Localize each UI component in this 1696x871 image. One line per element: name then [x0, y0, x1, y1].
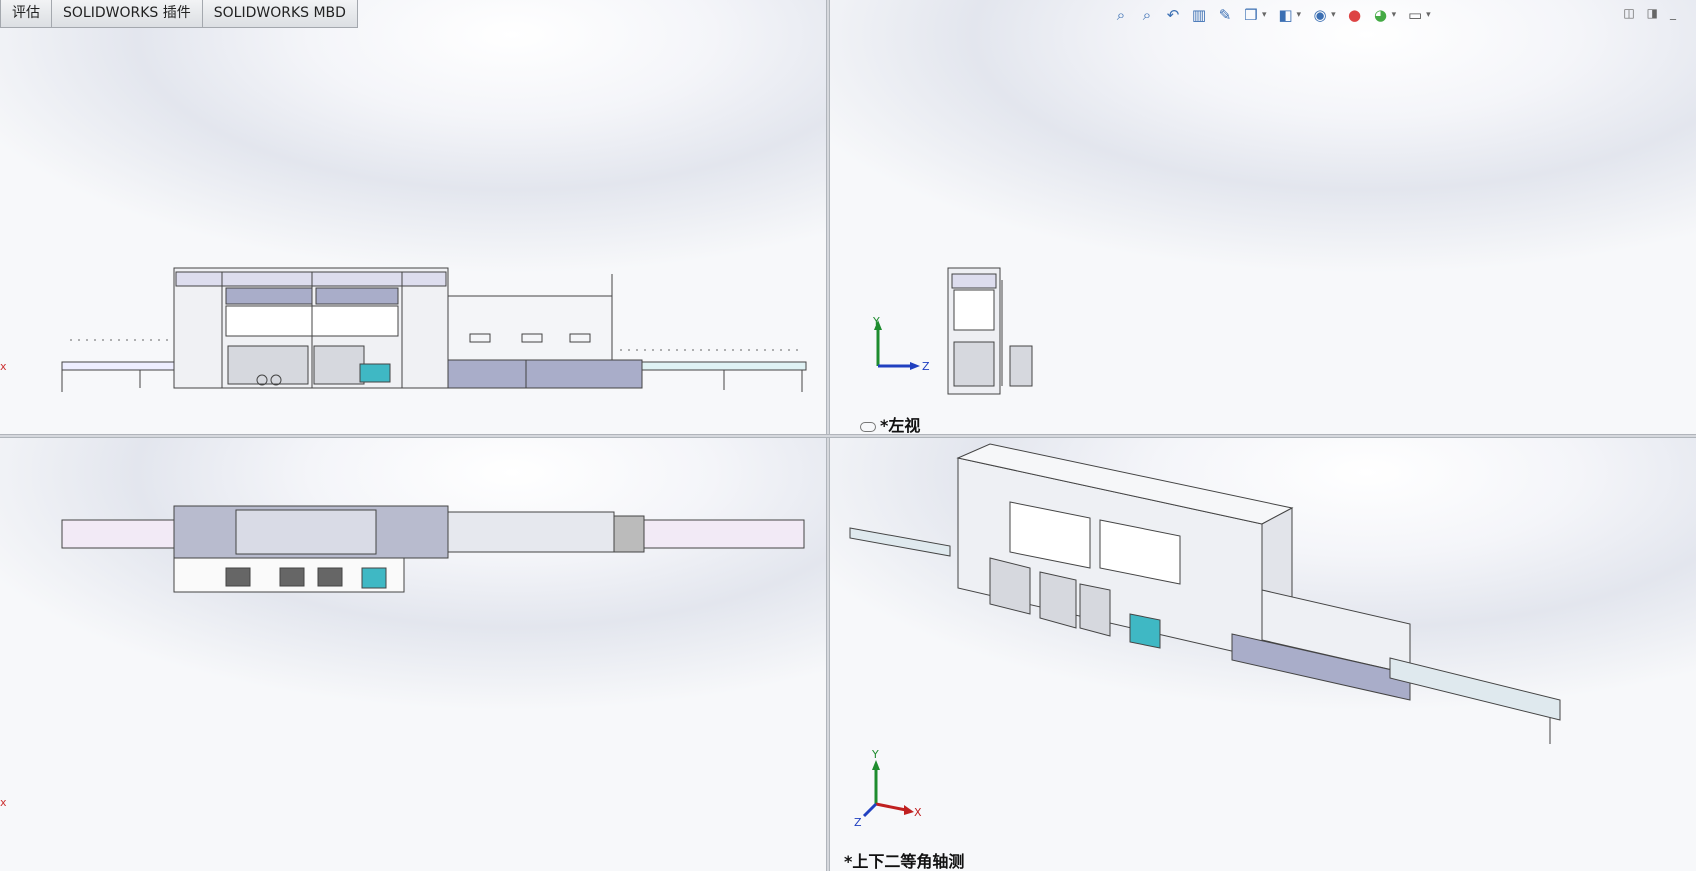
view-label-left: *左视 [860, 412, 920, 434]
front-view-model [61, 267, 807, 392]
triad-y-label: Y [872, 315, 880, 328]
command-manager-tabs: 评估 SOLIDWORKS 插件 SOLIDWORKS MBD [0, 0, 358, 29]
tab-evaluate[interactable]: 评估 [0, 0, 52, 28]
triad-z-label: Z [922, 360, 930, 373]
viewport-front[interactable]: x [0, 0, 826, 434]
top-view-model [61, 505, 805, 593]
link-views-icon[interactable] [860, 421, 876, 432]
triad-x-label: X [914, 806, 922, 819]
iso-view-model: Y X Z [849, 443, 1561, 829]
viewport-splitter-horizontal[interactable] [0, 434, 1696, 438]
triad-y-label: Y [871, 748, 879, 761]
view-label-iso: *上下二等角轴测 [844, 852, 965, 871]
left-view-text: *左视 [880, 416, 921, 434]
tab-solidworks-addins[interactable]: SOLIDWORKS 插件 [51, 0, 203, 28]
viewport-left[interactable]: ⌕ ⌕ ↶ ▥ ✎ ❒ ▾ ◧ ▾ ◉ ▾ ● ◕ ▾ ▭ ▾ ◫ ◨ _ Y Z *左视 [830, 0, 1696, 434]
viewport-isometric[interactable]: Y X Z *上下二等角轴测 [830, 438, 1696, 871]
viewport-top[interactable]: x [0, 438, 826, 871]
left-view-model: Y Z [872, 267, 1033, 395]
tab-solidworks-mbd[interactable]: SOLIDWORKS MBD [201, 0, 358, 28]
triad-z-label: Z [854, 816, 862, 829]
